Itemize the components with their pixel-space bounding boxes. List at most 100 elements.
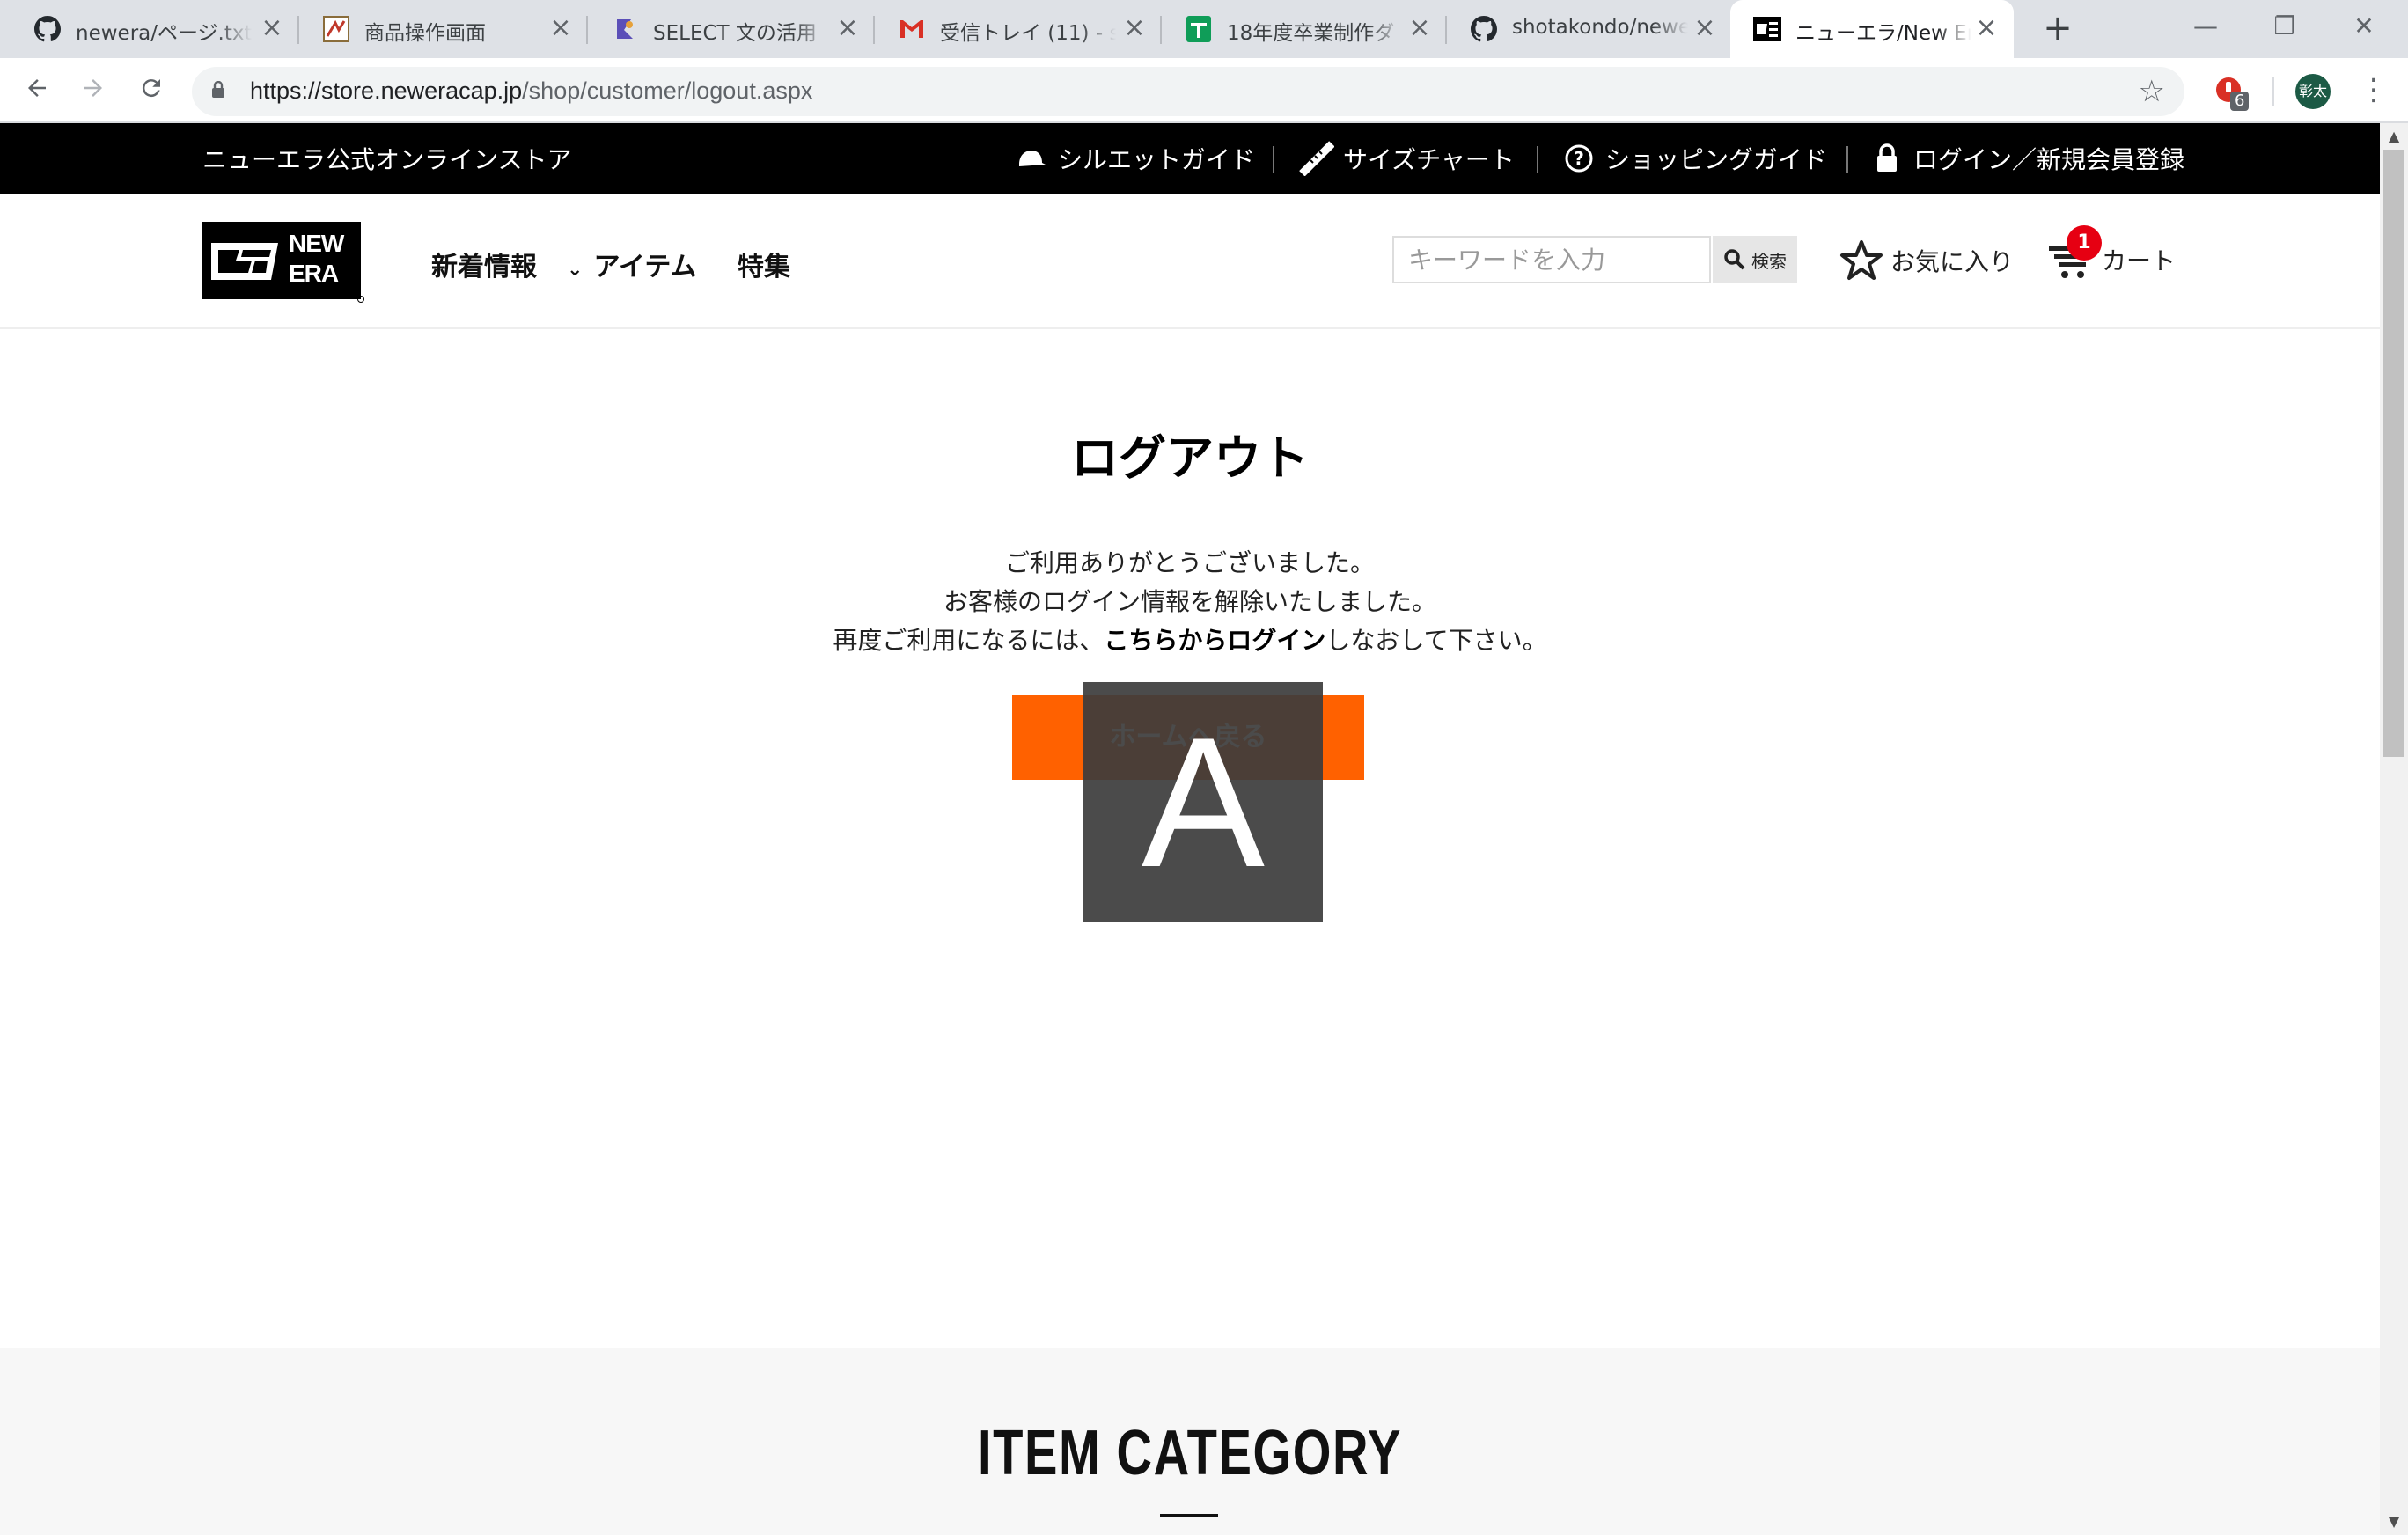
category-underline [1160,1514,1218,1517]
tab-title: SELECT 文の活用（ [653,22,829,45]
lock-icon [1869,141,1905,176]
logo-text: NEW ERA [289,229,344,289]
relogin-pre: 再度ご利用になるには、 [833,626,1105,655]
browser-tab[interactable]: SELECT 文の活用（ × [588,0,875,58]
tab-close-icon[interactable]: × [547,12,574,44]
logo-line-era: ERA [289,260,339,287]
svg-text:?: ? [1574,148,1584,169]
window-restore-button[interactable]: ❐ [2258,9,2311,44]
page-viewport: ニューエラ公式オンラインストア シルエットガイド サイズチャート ? ショッピン… [0,123,2380,1535]
newera-icon [1753,15,1781,43]
silhouette-guide-label: シルエットガイド [1058,145,1256,174]
forward-button[interactable] [74,72,113,111]
relogin-message: 再度ご利用になるには、こちらからログインしなおして下さい。 [0,621,2380,657]
db-icon [611,15,639,43]
login-register-label: ログイン／新規会員登録 [1913,145,2185,174]
address-bar[interactable]: https://store.neweracap.jp/shop/customer… [192,67,2184,116]
tab-title: 商品操作画面 [364,22,486,45]
arrow-right-icon [84,79,102,97]
github-icon [1470,15,1498,43]
nav-features[interactable]: 特集 [738,245,790,283]
search-input[interactable] [1394,238,1711,282]
question-icon: ? [1561,141,1597,176]
logo-line-new: NEW [289,230,344,257]
tab-close-icon[interactable]: × [259,12,285,44]
page-scrollbar[interactable]: ▲ ▼ [2380,123,2408,1535]
store-title: ニューエラ公式オンラインストア [202,145,572,174]
scroll-up-icon[interactable]: ▲ [2380,123,2408,150]
browser-tab[interactable]: 受信トレイ (11) - sk × [875,0,1162,58]
lock-icon [212,81,224,98]
menu-kebab-icon[interactable]: ⋮ [2359,70,2389,109]
tab-close-icon[interactable]: × [1406,12,1433,44]
search-box [1392,236,1711,283]
favorites-link[interactable]: お気に入り [1839,239,2014,282]
silhouette-guide-link[interactable]: シルエットガイド [1014,141,1255,176]
site-header: NEW ERA 新着情報 ⌄ アイテム 特集 検索 お気に入り カート 1 [0,194,2380,329]
nav-new-arrivals[interactable]: 新着情報 [431,245,537,283]
relogin-post: しなおして下さい。 [1325,626,1547,655]
shopping-guide-link[interactable]: ? ショッピングガイド [1561,141,1827,176]
registered-mark [357,296,364,303]
browser-tab[interactable]: 18年度卒業制作ダ × [1162,0,1447,58]
cart-label: カート [2102,246,2177,275]
topbar-divider [1273,146,1274,173]
flag-logo-icon [211,243,278,280]
url-path: /shop/customer/logout.aspx [522,77,813,104]
browser-tab[interactable]: newera/ページ.txt at × [11,0,299,58]
nav-items-label: アイテム [593,252,697,283]
tab-title: shotakondo/newe [1512,16,1688,39]
tab-title: newera/ページ.txt at [76,22,252,45]
search-button[interactable]: 検索 [1713,236,1797,283]
url-host: https://store.neweracap.jp [250,77,523,104]
site-topbar: ニューエラ公式オンラインストア シルエットガイド サイズチャート ? ショッピン… [0,123,2380,194]
bookmark-star-icon[interactable]: ☆ [2139,74,2165,109]
overlay-letter-a: A [1083,682,1323,922]
tab-close-icon[interactable]: × [834,12,861,44]
extension-badge: 6 [2230,92,2250,111]
thanks-message: ご利用ありがとうございました。 [1004,548,1375,577]
tab-close-icon[interactable]: × [1121,12,1148,44]
page-title: ログアウト [1071,430,1309,486]
newera-logo[interactable]: NEW ERA [202,222,361,299]
ruler-icon [1299,141,1334,176]
url-text: https://store.neweracap.jp/shop/customer… [250,77,812,105]
scrollbar-thumb[interactable] [2383,150,2404,757]
tab-close-icon[interactable]: × [1692,12,1718,44]
search-button-label: 検索 [1751,250,1787,272]
sheets-icon [1185,15,1213,43]
window-close-button[interactable]: ✕ [2338,9,2390,44]
new-tab-button[interactable]: + [2038,11,2077,49]
cart-count-badge: 1 [2067,225,2102,261]
shopping-guide-label: ショッピングガイド [1605,145,1828,174]
browser-tab[interactable]: shotakondo/newe × [1447,0,1732,58]
app-icon [322,15,350,43]
profile-avatar[interactable]: 彰太 [2295,74,2331,109]
gmail-icon [898,15,926,43]
toolbar-divider [2272,77,2274,106]
search-icon [1724,249,1745,270]
tab-title: ニューエラ/New Era公 [1795,22,1971,45]
browser-toolbar: https://store.neweracap.jp/shop/customer… [0,58,2408,123]
topbar-divider [1537,146,1538,173]
login-link[interactable]: こちらからログイン [1104,626,1325,655]
window-minimize-button[interactable]: — [2179,9,2232,44]
browser-tab[interactable]: 商品操作画面 × [299,0,588,58]
browser-tab-strip: newera/ページ.txt at × 商品操作画面 × SELECT 文の活用… [0,0,2408,58]
nav-items[interactable]: ⌄ アイテム [567,245,696,283]
chevron-down-icon: ⌄ [567,259,584,281]
topbar-divider [1846,146,1848,173]
browser-tab-active[interactable]: ニューエラ/New Era公 × [1730,0,2014,58]
arrow-left-icon [28,79,46,97]
back-button[interactable] [18,72,56,111]
favorites-label: お気に入り [1890,247,2015,276]
cap-icon [1014,141,1049,176]
size-chart-link[interactable]: サイズチャート [1299,141,1515,176]
item-category-title: ITEM CATEGORY [977,1418,1403,1488]
login-register-link[interactable]: ログイン／新規会員登録 [1869,141,2184,176]
tab-close-icon[interactable]: × [1973,12,2000,44]
reload-button[interactable] [132,72,171,111]
tab-title: 受信トレイ (11) - sk [940,22,1116,45]
logout-message: お客様のログイン情報を解除いたしました。 [943,587,1436,616]
scroll-down-icon[interactable]: ▼ [2380,1509,2408,1535]
